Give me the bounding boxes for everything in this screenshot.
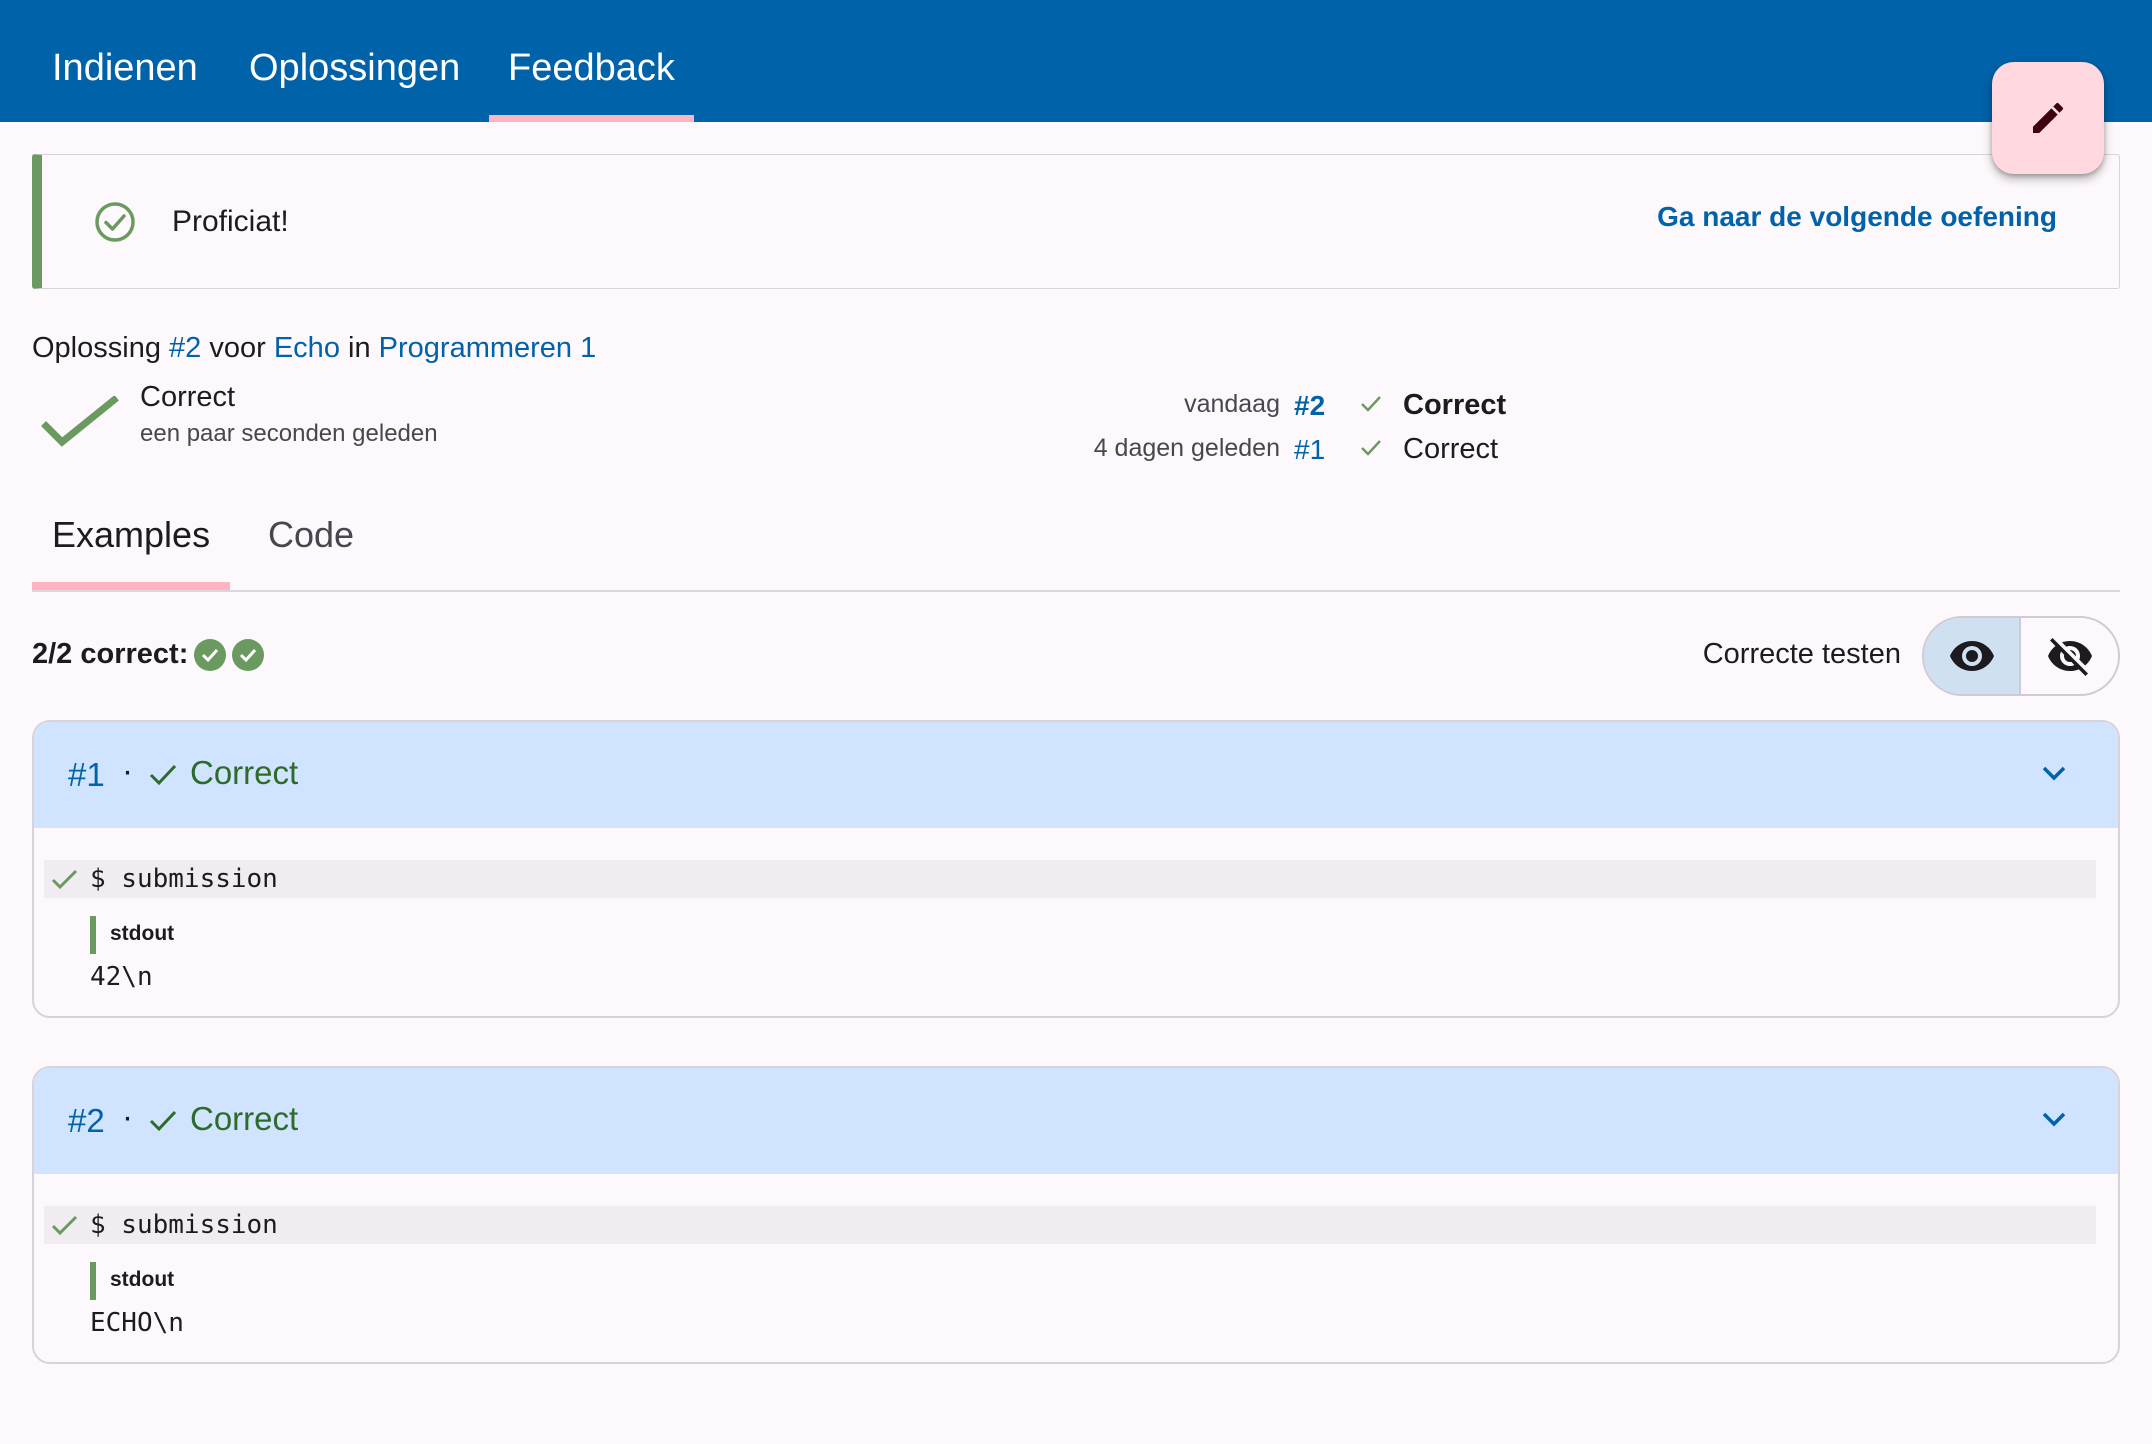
chevron-down-icon[interactable] [2040, 1108, 2068, 1130]
history-row: 4 dagen geleden [1000, 431, 1280, 467]
history-row: vandaag [1000, 387, 1280, 423]
tab-divider [32, 590, 2120, 592]
tab-label: Code [268, 514, 355, 555]
check-icon [41, 396, 119, 447]
show-correct-tests-button[interactable] [1924, 618, 2022, 694]
course-link[interactable]: Programmeren 1 [379, 332, 597, 364]
check-circle-icon [95, 202, 135, 242]
chevron-down-icon[interactable] [2040, 762, 2068, 784]
testcase-header[interactable]: #2 · Correct [34, 1068, 2118, 1174]
check-icon [149, 764, 177, 786]
tab-label: Feedback [508, 47, 675, 89]
command-text: $ submission [90, 1210, 278, 1240]
output-text: ECHO\n [90, 1308, 184, 1338]
check-icon [149, 1110, 177, 1132]
submission-status: Correct [140, 381, 236, 413]
eye-off-icon [2047, 638, 2092, 676]
tab-code[interactable]: Code [248, 502, 374, 590]
submission-time: een paar seconden geleden [140, 420, 438, 447]
subtitle-text: voor [209, 332, 266, 364]
history-when: vandaag [1184, 390, 1280, 418]
submission-subtitle: Oplossing #2 voor Echo in Programmeren 1 [32, 332, 596, 365]
check-icon [1361, 396, 1381, 412]
hide-correct-tests-button[interactable] [2021, 618, 2118, 694]
top-app-bar: Indienen Oplossingen Feedback [0, 0, 2152, 122]
exercise-link[interactable]: Echo [274, 332, 340, 364]
output-text: 42\n [90, 962, 153, 992]
active-tab-indicator [489, 115, 694, 122]
channel-bar [90, 1262, 96, 1300]
command-row [44, 1206, 2096, 1244]
channel-label: stdout [110, 922, 175, 945]
correct-tests-label: Correcte testen [1702, 638, 1901, 670]
test-summary: 2/2 correct: [32, 638, 265, 671]
testcase-status: Correct [190, 1100, 299, 1137]
alert-message: Proficiat! [172, 205, 289, 238]
tab-label: Oplossingen [249, 47, 461, 89]
tab-label: Indienen [52, 47, 198, 89]
testcase-separator: · [122, 1098, 133, 1135]
submission-number-link[interactable]: #2 [169, 332, 201, 364]
history-status: Correct [1403, 433, 1499, 465]
next-exercise-link[interactable]: Ga naar de volgende oefening [1657, 201, 2057, 233]
command-row [44, 860, 2096, 898]
subtitle-text: in [348, 332, 371, 364]
passed-test-icon [194, 638, 227, 671]
testcase-card: #1 · Correct $ submission stdout 42\n [32, 720, 2120, 1018]
pencil-icon [2033, 102, 2064, 133]
history-status: Correct [1403, 389, 1507, 421]
eye-icon [1949, 641, 1994, 671]
history-submission-link[interactable]: #1 [1294, 434, 1325, 466]
tab-oplossingen[interactable]: Oplossingen [230, 0, 479, 122]
testcase-card: #2 · Correct $ submission stdout ECHO\n [32, 1066, 2120, 1364]
success-alert: Proficiat! Ga naar de volgende oefening [32, 154, 2120, 289]
active-tab-indicator [32, 582, 231, 590]
subtitle-text: Oplossing [32, 332, 161, 364]
tab-indienen[interactable]: Indienen [33, 0, 217, 122]
testcase-separator: · [122, 752, 133, 789]
correct-tests-toggle [1922, 616, 2120, 696]
check-icon [1361, 440, 1381, 456]
tab-label: Examples [52, 514, 211, 555]
check-icon [51, 869, 78, 890]
summary-text: 2/2 correct: [32, 638, 189, 670]
command-text: $ submission [90, 864, 278, 894]
testcase-number: #1 [68, 756, 105, 793]
edit-button[interactable] [1992, 62, 2104, 174]
check-icon [51, 1215, 78, 1236]
tab-examples[interactable]: Examples [32, 502, 231, 590]
testcase-header[interactable]: #1 · Correct [34, 722, 2118, 828]
history-submission-link[interactable]: #2 [1294, 390, 1325, 422]
channel-label: stdout [110, 1268, 175, 1291]
channel-bar [90, 916, 96, 954]
tab-feedback[interactable]: Feedback [489, 0, 694, 122]
testcase-status: Correct [190, 754, 299, 791]
testcase-number: #2 [68, 1102, 105, 1139]
passed-test-icon [232, 638, 265, 671]
history-when: 4 dagen geleden [1093, 434, 1280, 462]
